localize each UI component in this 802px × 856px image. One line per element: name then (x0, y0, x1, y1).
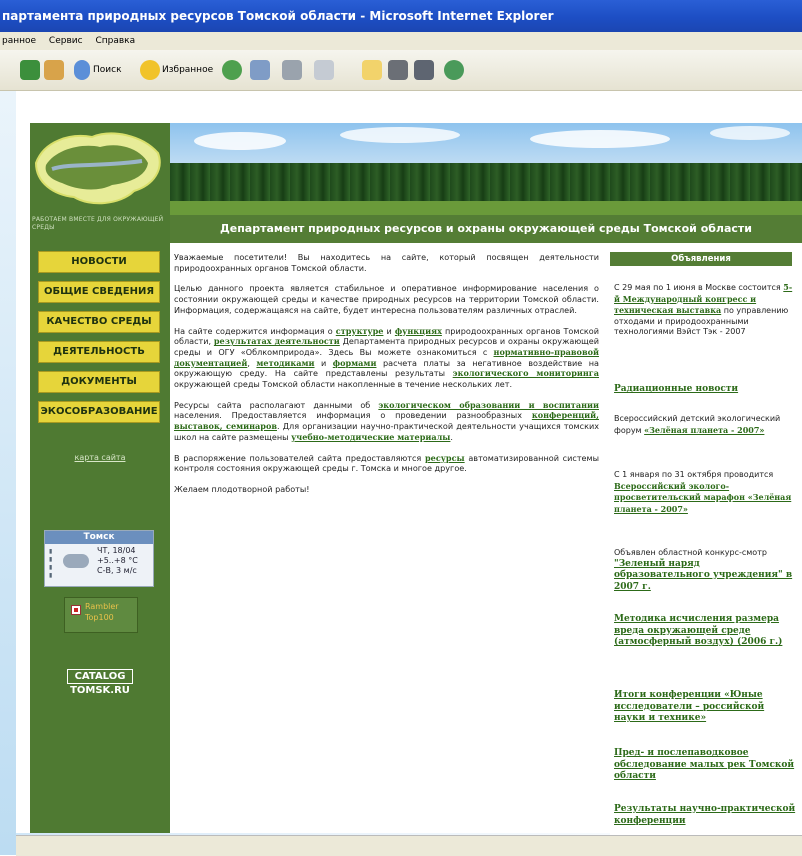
text: . (450, 431, 453, 442)
link-green-planet-forum[interactable]: «Зелёная планета - 2007» (644, 425, 764, 435)
search-button[interactable]: Поиск (93, 61, 122, 79)
nav-environment-quality[interactable]: КАЧЕСТВО СРЕДЫ (38, 311, 160, 333)
main-content: Уважаемые посетители! Вы находитесь на с… (174, 252, 599, 505)
link-methods[interactable]: методиками (256, 358, 314, 368)
link-conference-results[interactable]: Итоги конференции «Юные исследователи – … (614, 690, 764, 723)
link-damage-methodology[interactable]: Методика исчисления размера вреда окружа… (614, 614, 782, 647)
link-materials[interactable]: учебно-методические материалы (291, 432, 450, 442)
text: населения. Предоставляется информация о … (174, 410, 522, 421)
menu-favorites[interactable]: ранное (2, 36, 36, 46)
catalog-domain: TOMSK.RU (70, 685, 130, 696)
window-title: партамента природных ресурсов Томской об… (0, 0, 802, 32)
text: и (321, 357, 327, 368)
announcement-item: Методика исчисления размера вреда окружа… (614, 614, 796, 649)
link-results[interactable]: результатах деятельности (214, 336, 340, 346)
status-bar (16, 835, 802, 856)
region-map (30, 123, 170, 215)
link-green-dress-contest[interactable]: "Зеленый наряд образовательного учрежден… (614, 559, 792, 592)
link-radiation-news[interactable]: Радиационные новости (614, 384, 738, 394)
nav-documents[interactable]: ДОКУМЕНТЫ (38, 371, 160, 393)
menu-bar: ранное Сервис Справка (0, 32, 802, 50)
weather-widget[interactable]: Томск ▮ ▮ ▮ ▮ ЧТ, 18/04 +5..+8 °C С-В, 3 м/… (44, 530, 154, 587)
weather-temp: +5..+8 °C (97, 556, 138, 565)
announcement-item: Всероссийский детский экологический фору… (614, 414, 796, 436)
info-paragraph: На сайте содержится информация о структу… (174, 326, 599, 390)
weather-date: ЧТ, 18/04 (97, 546, 136, 555)
menu-tools[interactable]: Сервис (49, 36, 83, 46)
search-icon[interactable] (74, 60, 90, 80)
announcement-item: Радиационные новости (614, 384, 796, 396)
text: , (247, 357, 250, 368)
forest-banner (170, 123, 802, 215)
closing-paragraph: Желаем плодотворной работы! (174, 483, 310, 494)
link-scientific-conference[interactable]: Результаты научно-практической конференц… (614, 804, 795, 826)
site-title: Департамент природных ресурсов и охраны … (170, 215, 802, 243)
announcements-heading: Объявления (610, 252, 792, 266)
weather-city: Томск (45, 531, 153, 544)
text: Объявлен областной конкурс-смотр (614, 548, 767, 557)
print-icon[interactable] (282, 60, 302, 80)
nav-general-info[interactable]: ОБЩИЕ СВЕДЕНИЯ (38, 281, 160, 303)
tomsk-region-map-icon (34, 132, 161, 205)
resources-paragraph: В распоряжение пользователей сайта предо… (174, 453, 599, 474)
text: На сайте содержится информация о (174, 325, 333, 336)
favorites-star-icon[interactable] (140, 60, 160, 80)
refresh-icon[interactable] (20, 60, 40, 80)
rambler-label-2: Top100 (85, 613, 114, 622)
history-icon[interactable] (222, 60, 242, 80)
announcement-item: Итоги конференции «Юные исследователи – … (614, 690, 796, 725)
toolbar: Поиск Избранное (0, 50, 802, 91)
forest (170, 163, 802, 203)
text: С 29 мая по 1 июня в Москве состоится (614, 283, 781, 292)
rambler-label: Rambler (85, 602, 119, 611)
text: окружающей среды Томской области накопле… (174, 379, 513, 390)
text: Ресурсы сайта располагают данными об (174, 399, 371, 410)
text: и (386, 325, 392, 336)
link-monitoring[interactable]: экологического мониторинга (453, 368, 599, 378)
link-eco-education[interactable]: экологическом образовании и воспитании (378, 400, 599, 410)
research-icon[interactable] (388, 60, 408, 80)
link-marathon[interactable]: Всероссийский эколого-просветительский м… (614, 481, 791, 514)
favorites-button[interactable]: Избранное (162, 61, 213, 79)
meadow (170, 201, 802, 215)
mail-icon[interactable] (250, 60, 270, 80)
sitemap-link[interactable]: карта сайта (30, 453, 170, 467)
link-functions[interactable]: функциях (395, 326, 442, 336)
folder-icon[interactable] (362, 60, 382, 80)
link-forms[interactable]: формами (333, 358, 377, 368)
menu-help[interactable]: Справка (95, 36, 135, 46)
home-icon[interactable] (44, 60, 64, 80)
tagline: РАБОТАЕМ ВМЕСТЕ ДЛЯ ОКРУЖАЮЩЕЙ СРЕДЫ (32, 216, 164, 231)
rambler-counter[interactable]: Rambler Top100 (64, 597, 138, 633)
rambler-logo-icon (71, 605, 81, 615)
announcement-item: С 1 января по 31 октября проводится Всер… (614, 470, 796, 515)
nav-eco-education[interactable]: ЭКОСОБРАЗОВАНИЕ (38, 401, 160, 423)
text: В распоряжение пользователей сайта предо… (174, 452, 422, 463)
text: С 1 января по 31 октября проводится (614, 470, 774, 479)
announcement-item: С 29 мая по 1 июня в Москве состоится 5-… (614, 282, 796, 338)
media-icon[interactable] (414, 60, 434, 80)
edit-icon[interactable] (314, 60, 334, 80)
announcements-column: Объявления С 29 мая по 1 июня в Москве с… (610, 252, 802, 837)
link-structure[interactable]: структуре (336, 326, 384, 336)
weather-wind: С-В, 3 м/с (97, 566, 137, 575)
intro-paragraph: Уважаемые посетители! Вы находитесь на с… (174, 252, 599, 273)
window-edge (0, 91, 16, 855)
messenger-icon[interactable] (444, 60, 464, 80)
announcement-item: Пред- и послепаводковое обследование мал… (614, 748, 796, 783)
announcement-item: Объявлен областной конкурс-смотр "Зелены… (614, 548, 796, 593)
education-paragraph: Ресурсы сайта располагают данными об эко… (174, 400, 599, 443)
announcement-item: Результаты научно-практической конференц… (614, 804, 796, 827)
weather-scale-icon: ▮ ▮ ▮ ▮ (49, 548, 53, 579)
catalog-badge[interactable]: CATALOG TOMSK.RU (61, 669, 139, 697)
cloud-icon (63, 554, 89, 568)
link-resources[interactable]: ресурсы (425, 453, 465, 463)
link-river-survey[interactable]: Пред- и послепаводковое обследование мал… (614, 748, 794, 781)
catalog-label: CATALOG (67, 669, 133, 684)
nav-news[interactable]: НОВОСТИ (38, 251, 160, 273)
address-area (0, 91, 802, 123)
nav-activity[interactable]: ДЕЯТЕЛЬНОСТЬ (38, 341, 160, 363)
goal-paragraph: Целью данного проекта является стабильно… (174, 283, 599, 315)
